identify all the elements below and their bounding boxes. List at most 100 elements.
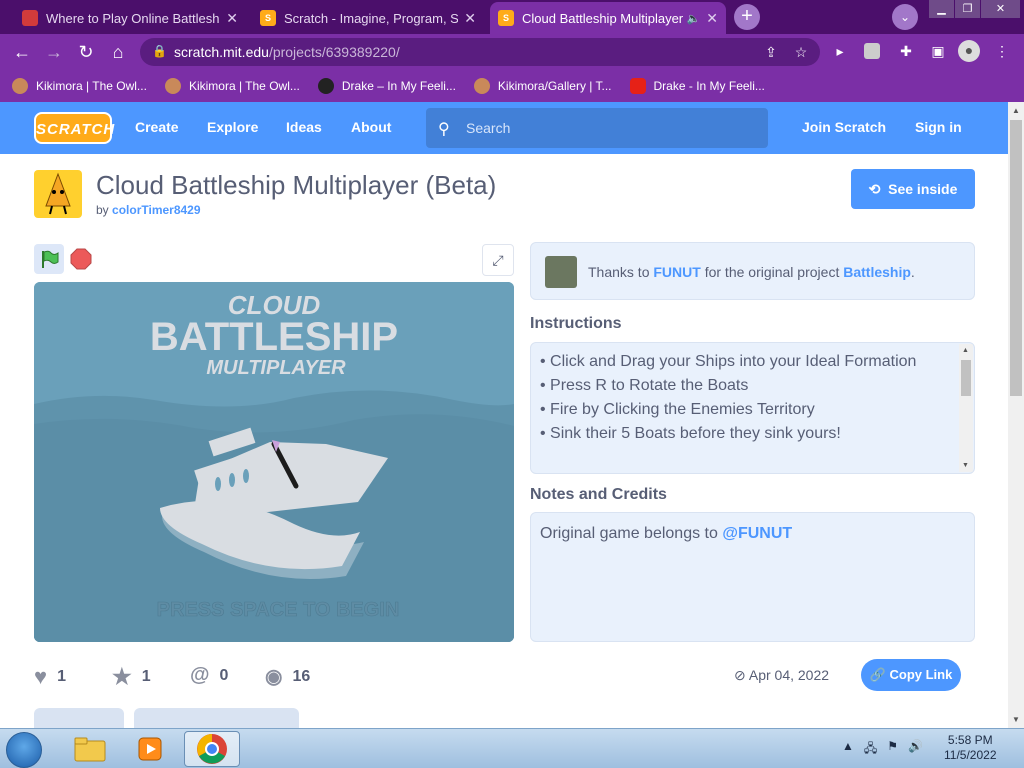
green-flag-button[interactable] <box>34 244 64 274</box>
instructions-text[interactable]: • Click and Drag your Ships into your Id… <box>530 342 975 474</box>
close-tab-icon[interactable]: ✕ <box>226 10 238 27</box>
share-icon[interactable]: ⇪ <box>762 43 780 61</box>
new-tab-button[interactable]: + <box>734 4 760 30</box>
profile-avatar-icon[interactable]: ● <box>958 40 980 62</box>
audio-playing-icon[interactable]: 🔈 <box>687 12 701 25</box>
bookmark-item[interactable]: Drake – In My Feeli... <box>317 78 456 94</box>
bookmark-item[interactable]: Kikimora/Gallery | T... <box>473 78 612 94</box>
action-center-flag-icon[interactable]: ⚑ <box>887 739 898 760</box>
window-controls: ▁ ❐ ✕ <box>928 0 1020 18</box>
close-window-icon[interactable]: ✕ <box>980 0 1020 18</box>
taskbar-chrome[interactable] <box>184 731 240 767</box>
nav-explore[interactable]: Explore <box>207 119 258 135</box>
stop-sign-icon[interactable] <box>70 248 92 270</box>
browser-toolbar: ← → ↻ ⌂ 🔒 scratch.mit.edu/projects/63938… <box>0 34 1024 70</box>
stage-title-line2: BATTLESHIP <box>150 315 398 359</box>
page-scrollbar[interactable]: ▲ ▼ <box>1008 102 1024 728</box>
nav-create[interactable]: Create <box>135 119 179 135</box>
maximize-icon[interactable]: ❐ <box>954 0 980 18</box>
byline-prefix: by <box>96 203 109 217</box>
scroll-up-icon[interactable]: ▲ <box>1012 106 1020 115</box>
clock-time: 5:58 PM <box>947 733 993 747</box>
page-scroll-thumb[interactable] <box>1010 120 1022 396</box>
eye-icon: ◉ <box>265 666 283 688</box>
love-stat[interactable]: ♥ 1 <box>34 664 66 690</box>
nav-ideas[interactable]: Ideas <box>286 119 322 135</box>
credit-project-link[interactable]: Battleship <box>843 264 911 280</box>
scroll-up-icon[interactable]: ▲ <box>962 347 969 354</box>
notes-line: Original game belongs to @FUNUT <box>540 525 792 543</box>
avatar-character-icon <box>45 172 71 215</box>
remix-spiral-icon: @ <box>190 664 210 686</box>
volume-icon[interactable]: 🔊 <box>908 739 923 760</box>
home-icon[interactable]: ⌂ <box>106 40 130 64</box>
notes-user-link[interactable]: @FUNUT <box>722 525 792 542</box>
instructions-scrollbar[interactable]: ▲ ▼ <box>959 344 973 472</box>
fullscreen-button[interactable]: ⤢ <box>482 244 514 276</box>
search-input[interactable]: ⚲ Search <box>426 108 768 148</box>
media-player-icon <box>138 737 162 761</box>
tab-title: Where to Play Online Battleship <box>46 10 221 26</box>
bookmark-item[interactable]: Kikimora | The Owl... <box>12 78 147 94</box>
taskbar-clock[interactable]: 5:58 PM 11/5/2022 <box>944 733 997 763</box>
bookmarks-bar: Kikimora | The Owl... Kikimora | The Owl… <box>0 70 1024 102</box>
reload-icon[interactable]: ↻ <box>74 40 98 64</box>
see-inside-button[interactable]: ⟲ See inside <box>851 169 975 209</box>
favorite-count: 1 <box>141 668 151 685</box>
remix-arrows-icon: ⟲ <box>868 181 881 197</box>
side-panel-icon[interactable]: ▣ <box>928 41 948 61</box>
search-placeholder: Search <box>466 120 511 136</box>
forward-arrow-icon[interactable]: → <box>42 40 66 64</box>
link-icon: 🔗 <box>869 667 886 682</box>
green-flag-icon <box>42 250 59 268</box>
sign-in-link[interactable]: Sign in <box>915 119 962 135</box>
back-arrow-icon[interactable]: ← <box>10 40 34 64</box>
credit-user-link[interactable]: FUNUT <box>653 264 700 280</box>
puzzle-extensions-icon[interactable]: ✚ <box>896 41 916 61</box>
taskbar-media-player[interactable] <box>122 731 178 767</box>
bookmark-item[interactable]: Drake - In My Feeli... <box>629 78 765 94</box>
copy-link-button[interactable]: 🔗 Copy Link <box>861 659 961 691</box>
start-button[interactable] <box>6 732 42 768</box>
date-icon: ⊘ <box>734 667 746 683</box>
project-stage[interactable]: CLOUD BATTLESHIP MULTIPLAYER PRESS SPACE… <box>34 282 514 642</box>
page-title: Cloud Battleship Multiplayer (Beta) <box>96 170 497 200</box>
tab-battleship-guide[interactable]: Where to Play Online Battleship ✕ <box>14 2 246 34</box>
tab-scratch-home[interactable]: S Scratch - Imagine, Program, Sha ✕ <box>252 2 484 34</box>
bookmark-item[interactable]: Kikimora | The Owl... <box>164 78 300 94</box>
tab-search-icon[interactable]: ⌄ <box>892 4 918 30</box>
author-avatar[interactable] <box>34 170 82 218</box>
remix-stat: @0 <box>190 664 228 687</box>
system-tray: ▲ 🖧 ⚑ 🔊 <box>842 739 923 760</box>
minimize-icon[interactable]: ▁ <box>928 0 954 18</box>
close-tab-icon[interactable]: ✕ <box>706 10 718 27</box>
stage-start-prompt: PRESS SPACE TO BEGIN <box>157 599 400 621</box>
notes-text[interactable]: Original game belongs to @FUNUT <box>530 512 975 642</box>
lock-icon[interactable]: 🔒 <box>152 44 167 60</box>
scroll-down-icon[interactable]: ▼ <box>962 462 969 469</box>
scroll-thumb[interactable] <box>961 360 971 396</box>
media-play-icon[interactable]: ▸ <box>830 41 850 61</box>
bookmark-label: Drake – In My Feeli... <box>341 79 456 93</box>
extension-icon[interactable] <box>864 43 880 59</box>
address-bar[interactable]: 🔒 scratch.mit.edu/projects/639389220/ ⇪ … <box>140 38 820 66</box>
studio-tab[interactable] <box>34 708 124 728</box>
show-hidden-icons-arrow[interactable]: ▲ <box>842 739 854 760</box>
favorite-stat[interactable]: ★ 1 <box>112 664 151 690</box>
studio-tab[interactable] <box>134 708 299 728</box>
bookmark-star-icon[interactable]: ☆ <box>792 43 810 61</box>
close-tab-icon[interactable]: ✕ <box>464 10 476 27</box>
nav-about[interactable]: About <box>351 119 391 135</box>
scratch-favicon-icon: S <box>260 10 276 26</box>
tab-cloud-battleship[interactable]: S Cloud Battleship Multiplayer 🔈 ✕ <box>490 2 726 34</box>
author-link[interactable]: colorTimer8429 <box>112 203 201 217</box>
owl-house-icon <box>164 78 181 94</box>
scroll-down-icon[interactable]: ▼ <box>1012 715 1020 724</box>
join-scratch-link[interactable]: Join Scratch <box>802 119 886 135</box>
scratch-logo[interactable]: SCRATCH <box>34 112 114 144</box>
original-project-thumbnail[interactable] <box>545 256 577 288</box>
taskbar-explorer[interactable] <box>62 731 118 767</box>
network-icon[interactable]: 🖧 <box>864 739 877 760</box>
url-text: scratch.mit.edu/projects/639389220/ <box>174 44 400 60</box>
menu-kebab-icon[interactable]: ⋮ <box>992 41 1012 61</box>
